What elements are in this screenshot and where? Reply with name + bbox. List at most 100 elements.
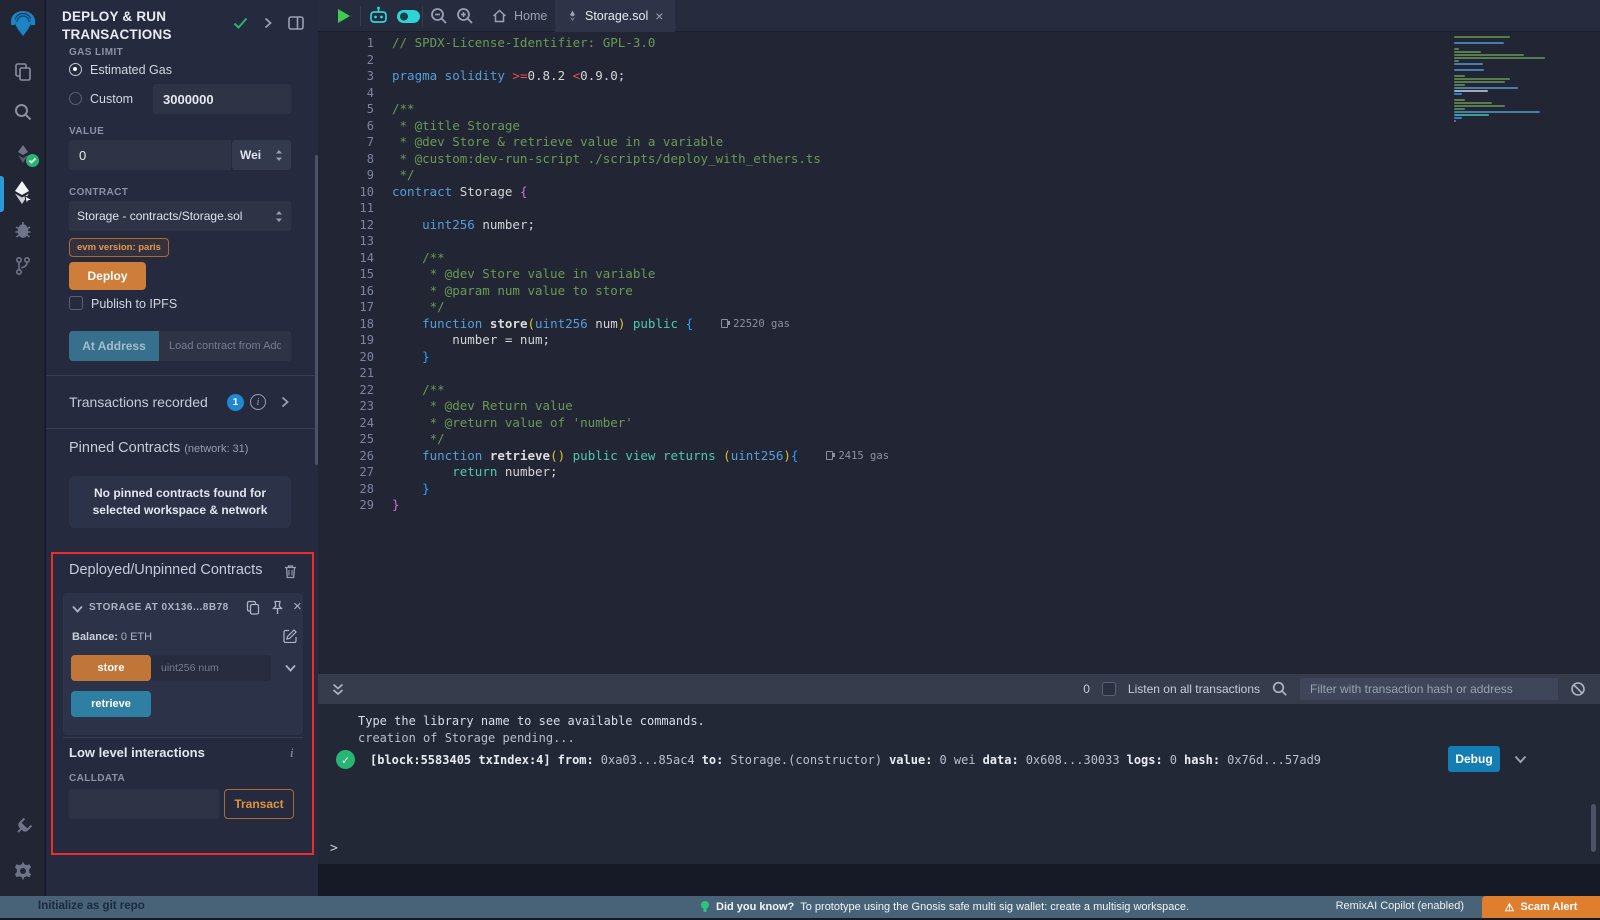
lightbulb-icon (700, 900, 710, 914)
panel-layout-icon[interactable] (288, 16, 304, 30)
file-explorer-icon[interactable] (0, 62, 45, 82)
value-input[interactable] (69, 140, 231, 170)
code-line: 1// SPDX-License-Identifier: GPL-3.0 (318, 35, 1600, 52)
low-level-interactions-title: Low level interactions (69, 745, 205, 760)
at-address-input[interactable] (159, 331, 291, 361)
code-line: 21 (318, 365, 1600, 382)
ai-copilot-robot-icon[interactable] (368, 6, 389, 26)
code-line: 27 return number; (318, 464, 1600, 481)
code-line: 8 * @custom:dev-run-script ./scripts/dep… (318, 151, 1600, 168)
listen-all-label: Listen on all transactions (1128, 682, 1260, 696)
code-line: 18 function store(uint256 num) public {2… (318, 316, 1600, 333)
code-line: 23 * @dev Return value (318, 398, 1600, 415)
code-line: 26 function retrieve() public view retur… (318, 448, 1600, 465)
tab-storage-sol[interactable]: Storage.sol × (555, 0, 675, 32)
copilot-status[interactable]: RemixAI Copilot (enabled) (1336, 900, 1464, 912)
store-function-button[interactable]: store (71, 655, 151, 681)
transactions-expand-chevron-icon[interactable] (281, 396, 289, 408)
debug-button[interactable]: Debug (1448, 746, 1500, 772)
deploy-button[interactable]: Deploy (69, 262, 146, 290)
run-script-play-button[interactable] (338, 9, 350, 23)
tab-home[interactable]: Home (478, 0, 561, 32)
deployed-contract-card: STORAGE AT 0X136...8B78 × Balance: 0 ETH… (63, 593, 303, 735)
code-line: 28 } (318, 481, 1600, 498)
transactions-info-icon[interactable]: i (250, 394, 266, 410)
terminal-prompt[interactable]: > (330, 841, 338, 856)
listen-all-checkbox[interactable] (1102, 682, 1116, 696)
plugin-manager-icon[interactable] (0, 816, 45, 838)
tx-to-label: to: (702, 753, 724, 767)
contract-select[interactable]: Storage - contracts/Storage.sol (69, 201, 291, 231)
transact-button[interactable]: Transact (224, 789, 294, 819)
compile-check-icon (233, 17, 248, 29)
collapse-chevron-icon[interactable] (72, 605, 83, 613)
custom-gas-radio[interactable] (69, 92, 82, 105)
clear-terminal-icon[interactable] (1570, 681, 1586, 697)
pin-icon[interactable] (271, 600, 284, 615)
home-icon (492, 9, 507, 23)
collapse-terminal-icon[interactable] (332, 683, 344, 696)
zoom-in-icon[interactable] (456, 7, 474, 25)
at-address-button[interactable]: At Address (69, 331, 159, 361)
deploy-run-icon[interactable] (0, 180, 45, 206)
custom-gas-input[interactable] (153, 84, 291, 114)
expand-params-chevron-icon[interactable] (285, 664, 296, 672)
edit-balance-icon[interactable] (283, 629, 297, 643)
copy-icon[interactable] (246, 600, 260, 615)
tx-log-row[interactable]: [block:5583405 txIndex:4]from:0xa03...85… (370, 752, 1430, 768)
tx-from: 0xa03...85ac4 (601, 753, 695, 767)
transactions-recorded-label[interactable]: Transactions recorded (69, 394, 208, 410)
terminal-output[interactable]: Type the library name to see available c… (318, 704, 1600, 864)
divider (46, 428, 318, 429)
estimated-gas-radio[interactable] (69, 63, 82, 76)
zoom-out-icon[interactable] (430, 7, 448, 25)
git-icon[interactable] (0, 256, 45, 276)
gas-pump-icon (721, 319, 728, 328)
store-param-input[interactable] (151, 655, 271, 681)
chevron-right-icon[interactable] (264, 17, 272, 29)
retrieve-function-button[interactable]: retrieve (71, 691, 151, 717)
publish-ipfs-checkbox[interactable] (69, 296, 83, 310)
calldata-input[interactable] (69, 789, 219, 819)
custom-gas-label: Custom (90, 92, 133, 106)
tab-close-icon[interactable]: × (655, 8, 663, 24)
evm-version-badge: evm version: paris (69, 238, 169, 257)
code-editor[interactable]: 1// SPDX-License-Identifier: GPL-3.023pr… (318, 32, 1600, 706)
tx-success-icon: ✓ (336, 750, 355, 769)
minimap[interactable] (1450, 34, 1562, 125)
code-line: 13 (318, 233, 1600, 250)
panel-title: DEPLOY & RUN TRANSACTIONS (62, 8, 222, 44)
terminal-filter-input[interactable] (1300, 678, 1558, 700)
init-git-repo-button[interactable]: Initialize as git repo (38, 900, 145, 912)
search-icon[interactable] (0, 102, 45, 122)
compile-success-badge (26, 154, 39, 167)
tx-data-label: data: (983, 753, 1019, 767)
balance-value: 0 ETH (121, 631, 152, 643)
settings-gear-icon[interactable] (0, 860, 45, 882)
divider (46, 375, 318, 376)
activity-bar (0, 0, 45, 896)
solidity-compiler-icon[interactable] (0, 142, 45, 166)
code-line: 3pragma solidity >=0.8.2 <0.9.0; (318, 68, 1600, 85)
estimated-gas-label: Estimated Gas (90, 63, 172, 77)
terminal-line: creation of Storage pending... (358, 731, 575, 745)
close-instance-icon[interactable]: × (293, 598, 302, 615)
copilot-toggle-icon[interactable] (396, 9, 421, 24)
remix-logo[interactable] (0, 8, 45, 40)
code-line: 5/** (318, 101, 1600, 118)
tab-storage-label: Storage.sol (585, 9, 648, 23)
terminal-search-icon[interactable] (1272, 681, 1288, 697)
code-line: 7 * @dev Store & retrieve value in a var… (318, 134, 1600, 151)
gas-estimate-annotation: 2415 gas (826, 448, 889, 465)
code-line: 17 */ (318, 299, 1600, 316)
debugger-icon[interactable] (0, 220, 45, 240)
low-level-info-icon[interactable]: i (290, 745, 294, 761)
remix-ide-window: DEPLOY & RUN TRANSACTIONS GAS LIMIT Esti… (0, 0, 1600, 896)
transactions-count-badge: 1 (227, 394, 244, 411)
editor-area: Home Storage.sol × 1// SPDX-License-Iden… (318, 0, 1600, 896)
scam-alert-button[interactable]: ⚠ Scam Alert (1482, 896, 1600, 918)
trash-icon[interactable] (284, 564, 297, 579)
tx-expand-chevron-icon[interactable] (1514, 755, 1527, 764)
terminal-scrollbar[interactable] (1591, 804, 1596, 852)
value-unit-select[interactable]: Wei (232, 140, 291, 170)
